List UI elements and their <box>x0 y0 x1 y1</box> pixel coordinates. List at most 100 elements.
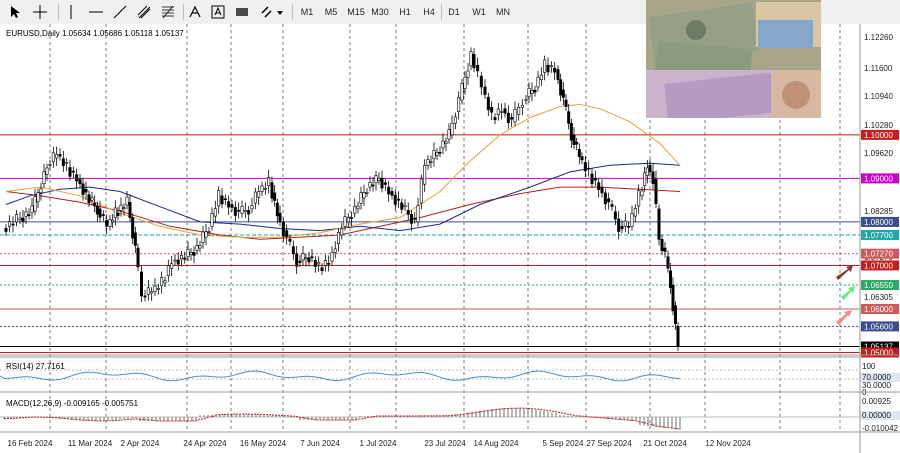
candle-body <box>640 190 644 197</box>
candle-body <box>500 111 504 113</box>
timeframe-m5-button[interactable]: M5 <box>321 3 341 21</box>
candle-body <box>125 196 129 206</box>
candle-body <box>520 104 524 108</box>
candle-body <box>575 141 579 145</box>
cursor-tool-icon[interactable] <box>6 3 24 21</box>
trading-terminal-window: M1 M5 M15 M30 H1 H4 D1 W1 MN EURUSD,Dail… <box>0 0 900 453</box>
candle-body <box>559 79 563 96</box>
candle-body <box>390 191 394 196</box>
candle-body <box>657 208 661 240</box>
candle-body <box>131 217 135 239</box>
candle-body <box>11 223 15 226</box>
candle-body <box>549 65 553 67</box>
candle-body <box>4 228 8 232</box>
timeframe-w1-button[interactable]: W1 <box>469 3 489 21</box>
date-axis-label: 12 Nov 2024 <box>705 439 751 448</box>
candle-body <box>476 64 480 72</box>
candle-body <box>122 207 126 209</box>
date-axis-label: 16 Feb 2024 <box>8 439 53 448</box>
candle-body <box>204 231 208 238</box>
candle-body <box>301 253 305 261</box>
candle-body <box>108 219 112 227</box>
vertical-line-tool-icon[interactable] <box>62 3 80 21</box>
candle-body <box>496 108 500 115</box>
candle-body <box>617 218 621 232</box>
text-label-tool-icon[interactable] <box>208 3 228 21</box>
candle-body <box>663 247 667 252</box>
candle-body <box>36 192 40 203</box>
timeframe-m15-button[interactable]: M15 <box>344 3 368 21</box>
candle-body <box>101 214 105 216</box>
candle-body <box>637 190 641 207</box>
rectangle-tool-icon[interactable] <box>232 3 252 21</box>
level-tag-label: 1.08000 <box>864 218 893 227</box>
candle-body <box>95 205 99 215</box>
candle-body <box>173 259 177 262</box>
timeframe-h4-button[interactable]: H4 <box>419 3 439 21</box>
candle-body <box>343 216 347 227</box>
candle-body <box>240 206 244 214</box>
candle-body <box>413 217 417 220</box>
candle-body <box>223 198 227 201</box>
candle-body <box>447 129 451 140</box>
text-tool-icon[interactable] <box>186 3 204 21</box>
candle-body <box>645 167 649 176</box>
timeframe-h1-button[interactable]: H1 <box>395 3 415 21</box>
candle-body <box>543 59 547 73</box>
candle-body <box>189 252 193 255</box>
level-tag-label: 1.07000 <box>864 261 893 270</box>
candle-body <box>24 211 28 217</box>
candle-body <box>553 67 557 73</box>
channel-tool-icon[interactable] <box>134 3 154 21</box>
candle-body <box>195 245 199 251</box>
candle-body <box>668 270 672 288</box>
candle-body <box>671 284 675 312</box>
candle-body <box>368 182 372 188</box>
toolbar-separator <box>441 4 442 20</box>
candle-body <box>593 178 597 181</box>
candle-body <box>78 178 82 185</box>
shapes-dropdown-icon[interactable] <box>258 3 286 21</box>
candle-body <box>273 192 277 201</box>
candle-body <box>198 244 202 249</box>
candle-body <box>409 214 413 224</box>
candle-body <box>377 178 381 181</box>
candle-body <box>383 182 387 185</box>
timeframe-d1-button[interactable]: D1 <box>444 3 464 21</box>
timeframe-m1-button[interactable]: M1 <box>297 3 317 21</box>
candle-body <box>438 151 442 154</box>
candle-body <box>423 165 427 185</box>
candle-body <box>33 196 37 212</box>
level-tag-label: 1.07270 <box>864 250 893 259</box>
candle-body <box>336 232 340 244</box>
candle-body <box>250 205 254 210</box>
trendline-tool-icon[interactable] <box>110 3 130 21</box>
crosshair-tool-icon[interactable] <box>30 3 50 21</box>
candle-body <box>278 212 282 223</box>
candle-body <box>93 202 97 207</box>
candle-body <box>580 156 584 161</box>
candle-body <box>556 69 560 81</box>
fibonacci-tool-icon[interactable] <box>158 3 178 21</box>
date-axis-label: 7 Jun 2024 <box>300 439 340 448</box>
toolbar-separator <box>183 4 184 20</box>
candle-body <box>201 231 205 243</box>
horizontal-line-tool-icon[interactable] <box>86 3 106 21</box>
candle-body <box>600 186 604 194</box>
candle-body <box>119 204 123 211</box>
candle-body <box>567 111 571 124</box>
candle-body <box>530 89 534 94</box>
candle-body <box>281 221 285 237</box>
candle-body <box>590 173 594 184</box>
candle-body <box>113 207 117 218</box>
level-tag-label: 1.10000 <box>864 131 893 140</box>
timeframe-m30-button[interactable]: M30 <box>368 3 392 21</box>
candle-body <box>288 239 292 242</box>
candle-body <box>583 162 587 172</box>
candle-body <box>472 54 476 69</box>
timeframe-mn-button[interactable]: MN <box>492 3 514 21</box>
candle-body <box>160 277 164 287</box>
candle-body <box>183 257 187 260</box>
candle-body <box>371 184 375 187</box>
candle-body <box>48 164 52 166</box>
